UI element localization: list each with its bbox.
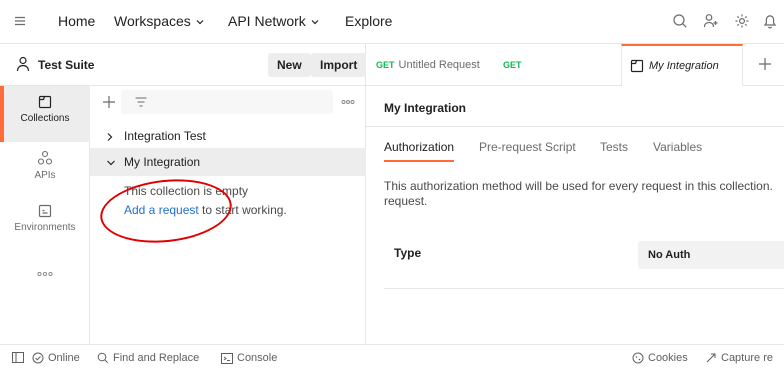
chevron-right-icon [107,133,113,141]
new-button[interactable]: New [268,53,311,77]
menu-icon[interactable] [14,15,26,27]
nav-explore[interactable]: Explore [345,13,392,29]
search-icon [97,352,109,364]
type-label: Type [394,246,422,260]
invite-user-icon[interactable] [703,13,719,29]
nav-workspaces-label: Workspaces [114,13,191,29]
tab-variables[interactable]: Variables [653,140,702,154]
collection-item-my-integration[interactable]: My Integration [90,148,366,176]
status-bar: Online Find and Replace Console Cookies … [0,344,784,370]
online-label: Online [48,352,80,364]
find-replace-button[interactable]: Find and Replace [97,352,199,364]
online-status[interactable]: Online [32,352,80,364]
sidebar-item-collections[interactable]: Collections [0,86,90,142]
tab-get-request[interactable]: GET [503,44,526,86]
search-icon[interactable] [672,13,688,29]
console-button[interactable]: Console [221,352,277,364]
collection-label: My Integration [124,155,201,169]
collection-editor: My Integration Authorization Pre-request… [366,86,784,344]
tab-label: Untitled Request [398,59,480,71]
description-line: request. [384,194,428,208]
more-icon[interactable] [37,271,53,277]
description-line: This authorization method will be used f… [384,179,773,193]
tab-my-integration[interactable]: My Integration [621,44,743,86]
collection-item-integration-test[interactable]: Integration Test [90,122,366,150]
divider [384,288,784,289]
cookie-icon [632,352,644,364]
collection-label: Integration Test [124,129,206,143]
sidebar-item-apis[interactable]: APIs [0,142,90,198]
apis-icon [37,150,53,165]
auth-type-select[interactable]: No Auth [638,241,784,269]
collections-icon [630,59,644,73]
request-tabs: GET Untitled Request GET My Integration [366,44,784,86]
sidebar-item-environments[interactable]: Environments [0,198,90,254]
chevron-down-icon [196,20,204,25]
import-button[interactable]: Import [311,53,367,77]
sidebar-item-label: APIs [34,170,56,181]
chevron-down-icon [311,20,319,25]
environments-icon [38,204,52,218]
toggle-sidebar-icon[interactable] [12,352,24,363]
check-circle-icon [32,352,44,364]
tab-pre-request-script[interactable]: Pre-request Script [479,140,576,154]
workspace-title: Test Suite [38,58,95,72]
authorization-description: This authorization method will be used f… [384,179,784,209]
capture-label: Capture re [721,352,773,364]
nav-api-network-label: API Network [228,13,306,29]
filter-input[interactable] [121,90,333,114]
workspace-header: Test Suite New Import [0,44,367,86]
cookies-button[interactable]: Cookies [632,352,688,364]
console-icon [221,352,233,364]
more-icon[interactable] [341,99,355,105]
capture-icon [706,353,716,363]
plus-icon[interactable] [102,95,116,109]
new-tab-icon[interactable] [758,57,772,71]
method-badge: GET [503,60,522,70]
find-replace-label: Find and Replace [113,352,200,364]
collections-icon [38,95,52,109]
collection-title[interactable]: My Integration [384,101,466,115]
divider [366,126,784,127]
console-label: Console [237,352,278,364]
nav-api-network[interactable]: API Network [228,13,320,29]
tab-untitled-request[interactable]: GET Untitled Request [376,44,480,86]
sidebar-item-label: Collections [20,113,70,124]
nav-workspaces[interactable]: Workspaces [114,13,205,29]
chevron-down-icon [107,160,115,166]
sidebar-item-label: Environments [14,222,76,233]
filter-icon [135,97,147,107]
cookies-label: Cookies [648,352,688,364]
person-icon [16,56,30,72]
settings-icon[interactable] [734,13,750,29]
sidebar-rail: Collections APIs Environments [0,86,90,344]
top-header: Home Workspaces API Network Explore [0,0,784,44]
notification-bell-icon[interactable] [763,13,777,29]
tab-tests[interactable]: Tests [600,140,628,154]
tab-authorization[interactable]: Authorization [384,140,455,162]
nav-home[interactable]: Home [58,13,95,29]
tab-label: My Integration [649,60,719,72]
capture-button[interactable]: Capture re [705,352,773,364]
method-badge: GET [376,60,395,70]
